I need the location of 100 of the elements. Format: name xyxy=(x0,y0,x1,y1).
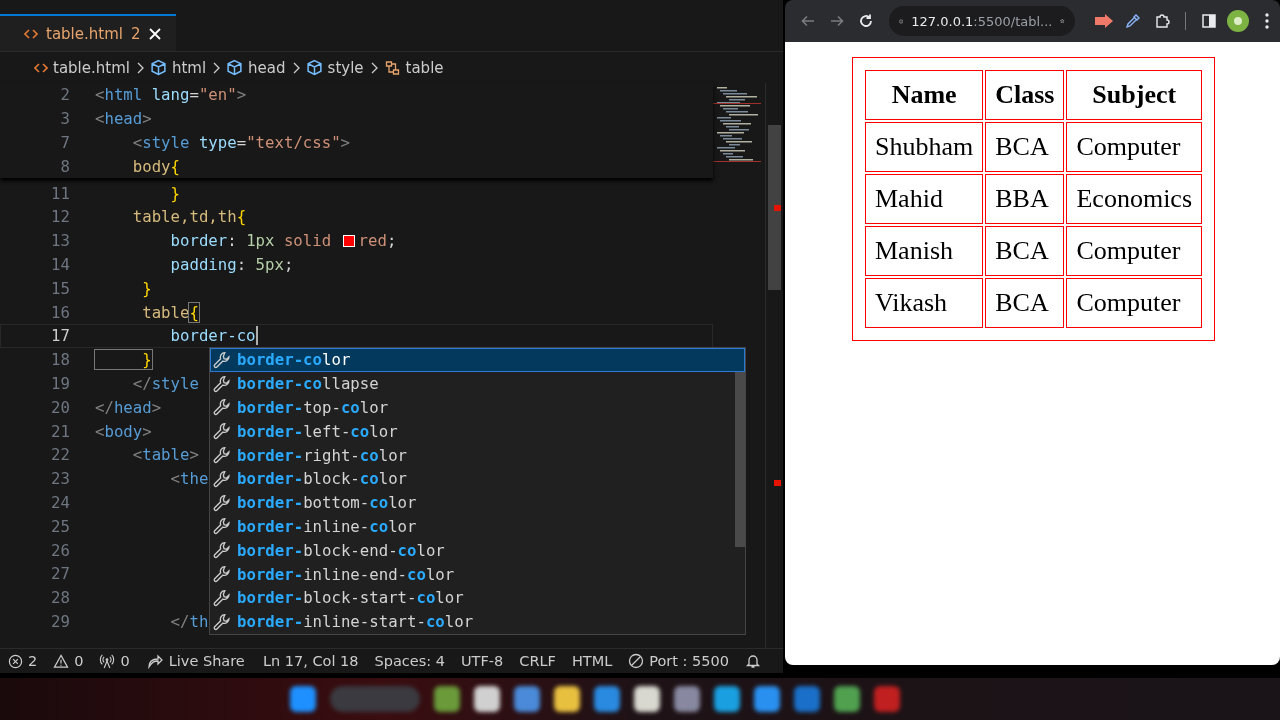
line-number: 24 xyxy=(50,492,71,512)
taskbar-icon[interactable] xyxy=(434,686,460,712)
taskbar-icon[interactable] xyxy=(794,686,820,712)
suggestion-item[interactable]: border-block-color xyxy=(210,467,745,491)
status-item[interactable]: Ln 17, Col 18 xyxy=(254,653,367,669)
taskbar-icon[interactable] xyxy=(290,686,316,712)
search-field[interactable] xyxy=(330,686,420,712)
suggestion-item[interactable]: border-inline-end-color xyxy=(210,562,745,586)
line-number: 18 xyxy=(50,350,71,370)
breadcrumb-item[interactable]: table xyxy=(383,58,444,77)
cube-icon xyxy=(305,59,323,76)
code-text: <table> xyxy=(131,445,199,465)
line-number: 19 xyxy=(50,373,71,393)
line-number: 15 xyxy=(50,278,71,298)
breadcrumb-item[interactable]: head xyxy=(226,58,286,77)
line-number: 25 xyxy=(50,516,71,536)
taskbar-icon[interactable] xyxy=(634,686,660,712)
status-item[interactable]: 2 xyxy=(0,653,46,669)
status-item[interactable]: Live Share xyxy=(137,653,253,669)
status-item[interactable]: CRLF xyxy=(511,653,564,669)
table-cell: Vikash xyxy=(865,278,984,328)
taskbar-icon[interactable] xyxy=(514,686,540,712)
line-number: 23 xyxy=(50,469,71,489)
status-item[interactable]: 0 xyxy=(45,653,92,669)
code-text: border: 1px solid xyxy=(169,231,333,251)
taskbar-icon[interactable] xyxy=(674,686,700,712)
code-text: </head> xyxy=(95,397,162,417)
arrow-extension-icon xyxy=(1093,14,1114,28)
taskbar-icon[interactable] xyxy=(714,686,740,712)
reload-icon xyxy=(858,13,875,29)
editor-tab[interactable]: table.html 2 xyxy=(0,14,177,51)
wrench-icon xyxy=(213,446,231,465)
taskbar-icon[interactable] xyxy=(554,686,580,712)
code-text: red; xyxy=(358,231,397,251)
wrench-icon xyxy=(213,541,231,560)
share-arrow-icon xyxy=(145,653,164,669)
taskbar-icon[interactable] xyxy=(474,686,500,712)
wrench-icon xyxy=(213,493,231,512)
suggestion-item[interactable]: border-block-end-color xyxy=(210,538,745,563)
color-swatch[interactable] xyxy=(342,234,355,247)
suggestion-item[interactable]: border-right-color xyxy=(210,443,745,467)
suggestion-item[interactable]: border-left-color xyxy=(210,419,745,444)
wrench-icon xyxy=(213,422,231,441)
line-number: 28 xyxy=(50,588,71,608)
close-icon[interactable] xyxy=(148,26,163,41)
breadcrumb-item[interactable]: table.html xyxy=(34,58,130,77)
taskbar-icon[interactable] xyxy=(754,686,780,712)
line-number: 20 xyxy=(50,397,71,417)
bell-icon xyxy=(745,653,761,669)
code-text: <body> xyxy=(95,421,152,441)
line-number: 21 xyxy=(50,421,71,441)
code-text: table{ xyxy=(141,302,199,322)
table-cell: Mahid xyxy=(865,174,984,224)
address-bar[interactable]: 127.0.0.1:5500/tabl... xyxy=(889,6,1076,36)
eyedropper-icon xyxy=(1125,13,1142,29)
code-text: </style xyxy=(131,373,199,393)
table-header: Name xyxy=(865,70,984,120)
line-number: 14 xyxy=(50,254,71,274)
table-cell: BCA xyxy=(985,122,1065,172)
table-cell: BCA xyxy=(985,226,1065,276)
taskbar-icon[interactable] xyxy=(594,686,620,712)
breadcrumb-item[interactable]: style xyxy=(305,58,364,77)
suggestion-item[interactable]: border-inline-start-color xyxy=(210,609,745,634)
code-text: } xyxy=(95,350,152,370)
table-header: Class xyxy=(985,70,1065,120)
scrollbar-thumb[interactable] xyxy=(735,372,745,547)
profile-button[interactable] xyxy=(1225,7,1251,35)
suggestion-item[interactable]: border-bottom-color xyxy=(210,490,745,515)
table-cell: BCA xyxy=(985,278,1065,328)
cube-icon xyxy=(149,59,167,76)
code-text: padding: 5px; xyxy=(169,254,294,274)
scrollbar-thumb[interactable] xyxy=(768,125,781,290)
status-item[interactable]: HTML xyxy=(563,653,621,669)
code-text: border-co xyxy=(169,326,256,346)
suggestion-item[interactable]: border-top-color xyxy=(210,395,745,420)
suggestion-item[interactable]: border-collapse xyxy=(210,371,745,396)
error-marker xyxy=(774,480,781,486)
code-text: <style type="text/css"> xyxy=(131,133,351,152)
status-item[interactable]: Port : 5500 xyxy=(620,653,737,669)
wrench-icon xyxy=(213,612,231,631)
suggestion-item[interactable]: border-block-start-color xyxy=(210,585,745,610)
suggestion-item[interactable]: border-color xyxy=(210,348,745,372)
avatar-icon xyxy=(1227,10,1249,32)
error-icon xyxy=(8,653,23,669)
code-icon xyxy=(34,61,48,74)
wrench-icon xyxy=(213,469,231,488)
puzzle-icon xyxy=(1154,13,1171,29)
line-number: 3 xyxy=(59,109,71,129)
wrench-icon xyxy=(213,374,231,393)
line-number: 27 xyxy=(50,564,71,584)
status-item[interactable]: 0 xyxy=(91,653,138,669)
status-item[interactable]: UTF-8 xyxy=(453,653,512,669)
line-number: 26 xyxy=(50,540,71,560)
status-item[interactable]: Spaces: 4 xyxy=(366,653,453,669)
taskbar-icon[interactable] xyxy=(834,686,860,712)
broadcast-icon xyxy=(99,653,116,669)
suggestion-item[interactable]: border-inline-color xyxy=(210,514,745,539)
breadcrumb-item[interactable]: html xyxy=(149,58,207,77)
taskbar-icon[interactable] xyxy=(874,686,900,712)
line-number: 17 xyxy=(50,326,71,346)
